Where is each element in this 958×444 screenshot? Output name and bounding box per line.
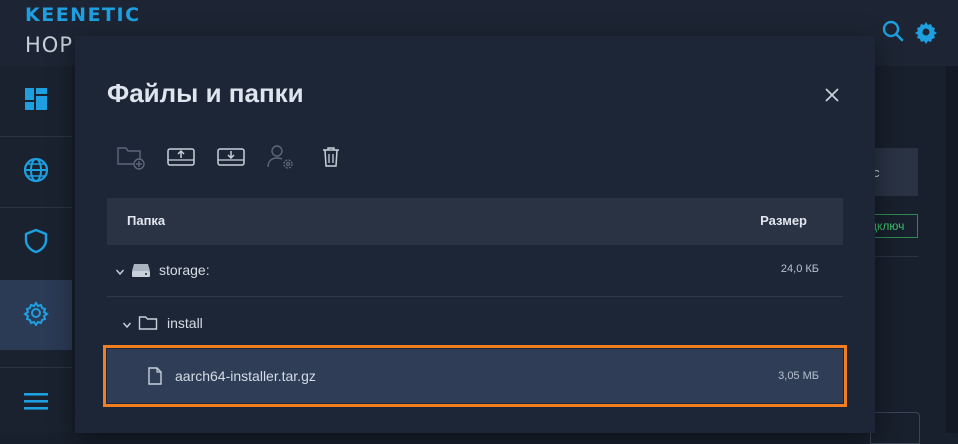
column-header-folder: Папка [127, 213, 166, 228]
background-box [870, 412, 920, 444]
shield-icon [24, 228, 48, 259]
upload-icon [166, 145, 196, 174]
sidebar-item-security[interactable] [0, 208, 72, 278]
user-settings-icon [266, 143, 296, 176]
dialog-title: Файлы и папки [107, 78, 304, 108]
dashboard-icon [24, 87, 48, 116]
sidebar-menu-button[interactable] [0, 368, 72, 438]
download-icon [216, 145, 246, 174]
row-size: 24,0 КБ [780, 263, 819, 275]
folder-icon [138, 314, 158, 335]
create-folder-button[interactable] [115, 144, 147, 174]
trash-icon [320, 145, 342, 174]
row-name: storage: [159, 262, 210, 278]
close-button[interactable] [820, 86, 844, 108]
table-row-selected[interactable]: aarch64-installer.tar.gz 3,05 МБ [103, 345, 847, 407]
file-toolbar [115, 144, 347, 174]
close-icon [824, 87, 840, 108]
device-name: HOP [25, 33, 73, 57]
column-header-size: Размер [760, 213, 807, 228]
sidebar-item-dashboard[interactable] [0, 66, 72, 136]
background-status-badge: дключ [870, 214, 918, 238]
permissions-button[interactable] [265, 144, 297, 174]
row-name: aarch64-installer.tar.gz [175, 368, 316, 384]
table-row[interactable]: install [107, 298, 843, 350]
sidebar-item-management[interactable] [0, 280, 72, 350]
hamburger-icon [23, 391, 49, 416]
globe-icon [23, 157, 49, 188]
upload-button[interactable] [165, 144, 197, 174]
gear-icon[interactable] [914, 20, 938, 44]
table-row[interactable]: storage: 24,0 КБ [107, 245, 843, 297]
table-header: Папка Размер [107, 198, 843, 245]
delete-button[interactable] [315, 144, 347, 174]
sidebar [0, 66, 72, 433]
file-icon [147, 367, 163, 388]
download-button[interactable] [215, 144, 247, 174]
row-size: 3,05 МБ [778, 370, 819, 382]
files-dialog: Файлы и папки Папка Размер storage: 24,0… [75, 36, 875, 433]
sidebar-item-internet[interactable] [0, 137, 72, 207]
brand-logo: KEENETIC [25, 4, 141, 26]
search-icon[interactable] [882, 20, 904, 44]
folder-add-icon [116, 144, 146, 175]
gear-icon [23, 300, 49, 331]
chevron-down-icon[interactable] [122, 317, 132, 333]
scrollbar[interactable] [946, 66, 958, 433]
chevron-down-icon[interactable] [115, 264, 125, 280]
row-name: install [167, 315, 203, 331]
drive-icon [131, 261, 151, 282]
